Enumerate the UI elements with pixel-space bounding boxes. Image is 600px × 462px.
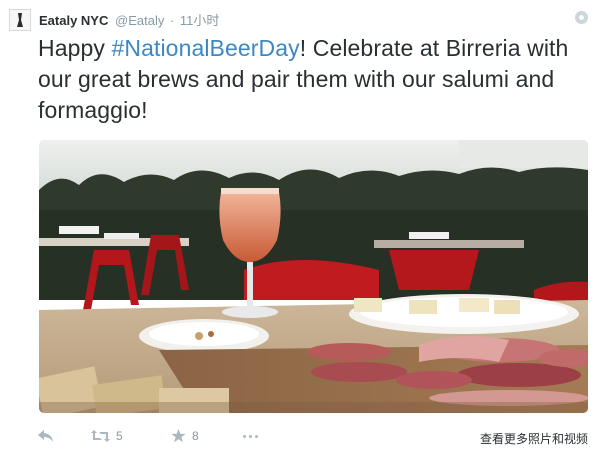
star-icon bbox=[171, 429, 186, 443]
retweet-icon bbox=[91, 430, 110, 442]
gear-icon[interactable] bbox=[574, 10, 589, 25]
more-icon bbox=[243, 434, 258, 438]
favorite-count: 8 bbox=[192, 429, 199, 443]
more-button[interactable] bbox=[243, 428, 258, 444]
tweet-text: Happy #NationalBeerDay! Celebrate at Bir… bbox=[38, 33, 583, 126]
tweet-photo[interactable] bbox=[39, 140, 588, 413]
retweet-button[interactable]: 5 bbox=[91, 428, 123, 444]
avatar[interactable] bbox=[9, 9, 31, 31]
display-name[interactable]: Eataly NYC bbox=[39, 13, 108, 28]
beer-and-salumi-photo bbox=[39, 140, 588, 413]
tweet-text-prefix: Happy bbox=[38, 35, 112, 61]
timestamp[interactable]: 11小时 bbox=[180, 13, 220, 28]
tweet-card: Eataly NYC @Eataly · 11小时 Happy #Nationa… bbox=[0, 0, 600, 462]
hashtag-link[interactable]: #NationalBeerDay bbox=[111, 35, 299, 61]
favorite-button[interactable]: 8 bbox=[171, 428, 199, 444]
reply-icon bbox=[38, 430, 53, 442]
view-more-media-link[interactable]: 查看更多照片和视频 bbox=[480, 430, 588, 447]
retweet-count: 5 bbox=[116, 429, 123, 443]
reply-button[interactable] bbox=[38, 428, 54, 444]
tweet-header: Eataly NYC @Eataly · 11小时 bbox=[39, 10, 219, 28]
eataly-logo-icon bbox=[10, 10, 30, 30]
separator-dot: · bbox=[169, 13, 175, 28]
user-handle[interactable]: @Eataly bbox=[115, 13, 164, 28]
tweet-actions: 5 8 查看更多照片和视频 bbox=[0, 421, 600, 451]
